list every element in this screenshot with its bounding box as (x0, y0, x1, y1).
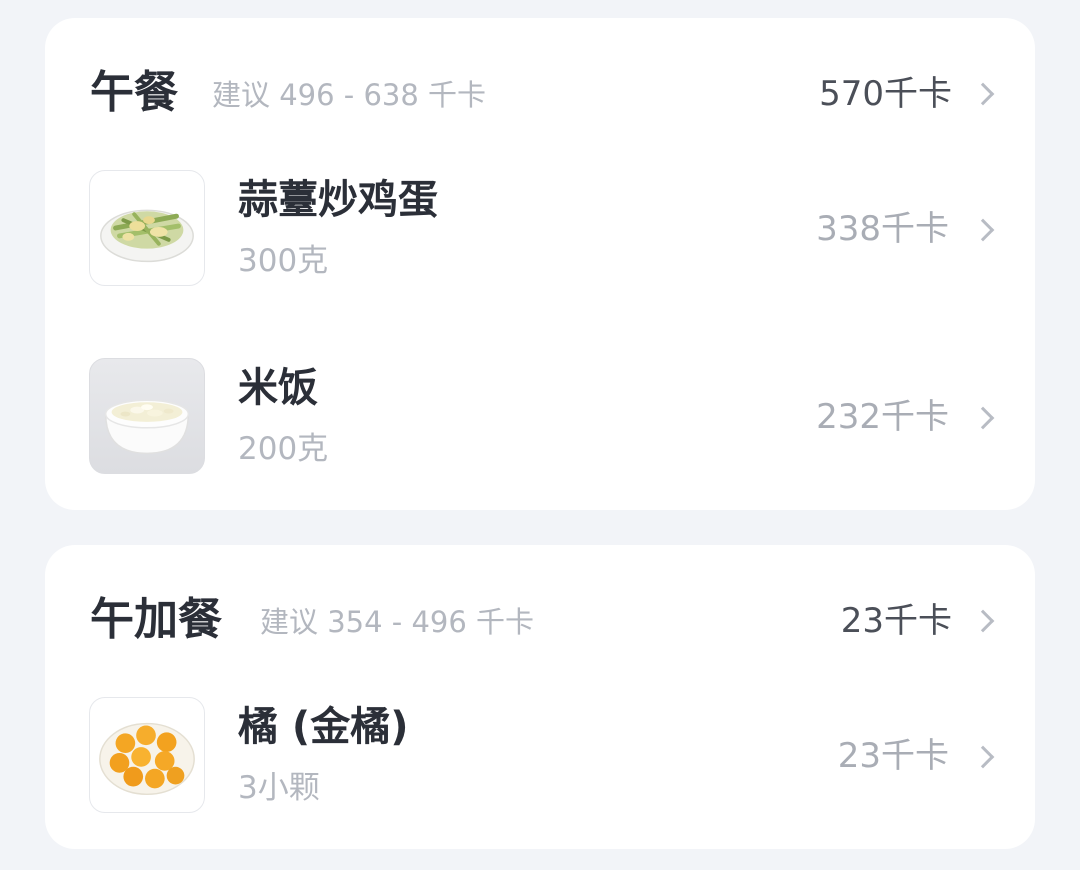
calorie-suggestion: 建议 496 - 638 千卡 (212, 78, 487, 112)
meal-title: 午加餐 (90, 594, 222, 645)
meal-total-calories: 23千卡 (840, 601, 952, 641)
chevron-right-icon[interactable] (971, 406, 995, 430)
food-calories: 232千卡 (816, 397, 949, 437)
chevron-right-icon[interactable] (971, 82, 995, 106)
meal-title: 午餐 (90, 67, 178, 118)
food-name: 橘 (金橘) (238, 704, 409, 750)
snack-card: 午加餐 建议 354 - 496 千卡 23千卡 橘 (金橘) 3小颗 23千卡 (45, 545, 1035, 849)
lunch-header[interactable]: 午餐 建议 496 - 638 千卡 570千卡 (45, 63, 1035, 123)
food-amount: 300克 (238, 243, 329, 279)
food-amount: 200克 (238, 431, 329, 467)
food-calories: 23千卡 (837, 736, 949, 776)
food-item[interactable]: 蒜薹炒鸡蛋 300克 338千卡 (45, 170, 1035, 288)
food-item[interactable]: 米饭 200克 232千卡 (45, 358, 1035, 476)
calorie-suggestion: 建议 354 - 496 千卡 (260, 605, 535, 639)
lunch-card: 午餐 建议 496 - 638 千卡 570千卡 蒜薹炒鸡蛋 300克 338千… (45, 18, 1035, 510)
food-amount: 3小颗 (238, 770, 320, 806)
stir-fried-garlic-sprout-egg-icon (89, 170, 205, 286)
food-calories: 338千卡 (816, 209, 949, 249)
snack-header[interactable]: 午加餐 建议 354 - 496 千卡 23千卡 (45, 590, 1035, 650)
meal-total-calories: 570千卡 (819, 74, 952, 114)
rice-bowl-icon (89, 358, 205, 474)
food-item[interactable]: 橘 (金橘) 3小颗 23千卡 (45, 697, 1035, 815)
kumquat-plate-icon (89, 697, 205, 813)
chevron-right-icon[interactable] (971, 745, 995, 769)
food-name: 蒜薹炒鸡蛋 (238, 177, 438, 223)
chevron-right-icon[interactable] (971, 609, 995, 633)
food-name: 米饭 (238, 365, 318, 411)
chevron-right-icon[interactable] (971, 218, 995, 242)
